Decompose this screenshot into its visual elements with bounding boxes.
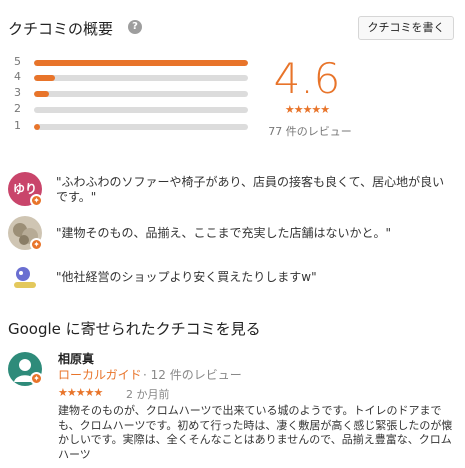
review-body: 建物そのものが、クロムハーツで出来ている城のようです。トイレのドアまでも、クロム… [58,404,453,461]
local-guide-badge-icon: ✦ [30,372,43,385]
rating-bar-row-2[interactable]: 2 [14,102,254,117]
google-reviews-title: Google に寄せられたクチコミを見る [8,320,261,338]
write-review-button[interactable]: クチコミを書く [358,16,454,40]
average-stars-icon: ★★★★★ [284,103,330,116]
rating-bar-track [34,91,248,97]
snippet-text: "他社経営のショップより安く買えたりしますw" [56,270,317,284]
rating-bar-row-5[interactable]: 5 [14,55,254,70]
review-snippet[interactable]: ゆり ✦ "ふわふわのソファーや椅子があり、店員の接客も良くて、居心地が良いです… [8,172,458,212]
help-icon[interactable]: ? [128,20,142,34]
rating-bar-label: 3 [14,86,21,99]
rating-bar-label: 1 [14,119,21,132]
review-date: 2 か月前 [126,388,170,401]
rating-bar-track [34,75,248,81]
rating-bar-label: 4 [14,70,21,83]
avatar-character-icon [8,260,42,294]
rating-bar-fill [34,91,49,97]
rating-bar-label: 2 [14,102,21,115]
review-stars-icon: ★★★★★ [58,386,103,399]
rating-bar-track [34,124,248,130]
rating-bar-fill [34,75,56,81]
rating-bar-label: 5 [14,55,21,68]
local-guide-badge-icon: ✦ [30,238,43,251]
review-count-link[interactable]: 77 件のレビュー [255,123,365,139]
local-guide-label: ローカルガイド [58,368,142,382]
snippet-text: "ふわふわのソファーや椅子があり、店員の接客も良くて、居心地が良いです。" [56,175,445,204]
rating-bar-track [34,60,248,66]
rating-bar-track [34,107,248,113]
snippet-text: "建物そのもの、品揃え、ここまで充実した店舗はないかと。" [56,226,392,240]
rating-bar-fill [34,60,248,66]
review-snippet[interactable]: ✦ "建物そのもの、品揃え、ここまで充実した店舗はないかと。" [8,216,458,256]
average-rating: 4.6 [273,54,341,103]
page-title: クチコミの概要 [8,20,114,38]
reviewer-name[interactable]: 相原真 [58,350,94,367]
rating-bar-row-4[interactable]: 4 [14,70,254,85]
rating-bar-row-3[interactable]: 3 [14,86,254,101]
review-snippet[interactable]: "他社経営のショップより安く買えたりしますw" [8,260,458,300]
reviewer-review-count: · 12 件のレビュー [143,368,242,382]
local-guide-badge-icon: ✦ [30,194,43,207]
rating-bar-fill [34,124,41,130]
rating-bar-row-1[interactable]: 1 [14,119,254,134]
